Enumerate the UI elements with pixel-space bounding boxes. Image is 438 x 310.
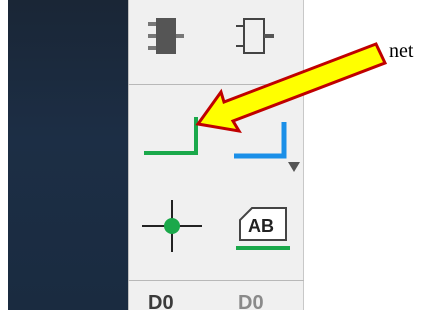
annotation-arrow (195, 42, 388, 134)
annotation-label: net (389, 40, 414, 62)
